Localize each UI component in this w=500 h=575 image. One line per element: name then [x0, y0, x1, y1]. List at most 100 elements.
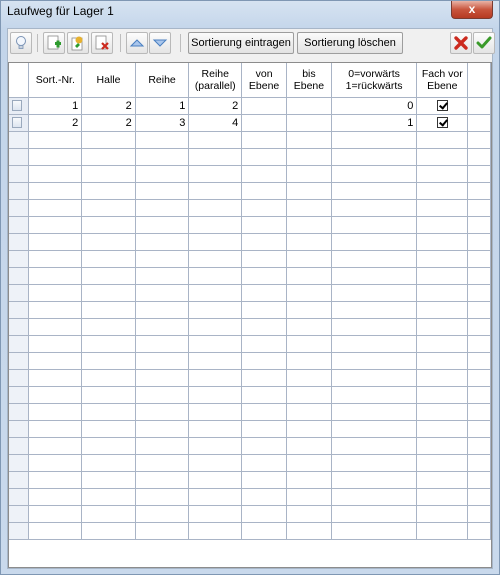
empty-cell[interactable] — [416, 301, 469, 319]
empty-cell[interactable] — [416, 335, 469, 353]
empty-cell[interactable] — [28, 148, 83, 166]
column-header[interactable]: Sort.-Nr. — [28, 63, 83, 98]
empty-cell[interactable] — [81, 352, 136, 370]
empty-cell[interactable] — [467, 318, 491, 336]
empty-cell[interactable] — [331, 182, 418, 200]
empty-cell[interactable] — [286, 148, 332, 166]
empty-cell[interactable] — [241, 505, 288, 523]
empty-cell[interactable] — [188, 403, 243, 421]
empty-cell[interactable] — [331, 454, 418, 472]
empty-cell[interactable] — [135, 369, 190, 387]
column-header[interactable]: Halle — [81, 63, 136, 98]
empty-cell[interactable] — [286, 250, 332, 268]
empty-cell[interactable] — [28, 301, 83, 319]
empty-cell[interactable] — [188, 199, 243, 217]
empty-cell[interactable] — [135, 148, 190, 166]
empty-cell[interactable] — [135, 403, 190, 421]
empty-cell[interactable] — [188, 471, 243, 489]
empty-cell[interactable] — [286, 437, 332, 455]
empty-cell[interactable] — [467, 386, 491, 404]
empty-cell[interactable] — [135, 284, 190, 302]
empty-cell[interactable] — [286, 233, 332, 251]
empty-cell[interactable] — [135, 318, 190, 336]
empty-cell[interactable] — [28, 369, 83, 387]
empty-cell[interactable] — [28, 233, 83, 251]
row-selector[interactable] — [9, 420, 30, 438]
empty-cell[interactable] — [135, 420, 190, 438]
empty-cell[interactable] — [81, 369, 136, 387]
empty-cell[interactable] — [81, 182, 136, 200]
empty-cell[interactable] — [331, 488, 418, 506]
empty-cell[interactable] — [331, 386, 418, 404]
empty-cell[interactable] — [28, 318, 83, 336]
empty-cell[interactable] — [286, 488, 332, 506]
empty-row[interactable] — [9, 182, 491, 200]
empty-cell[interactable] — [135, 335, 190, 353]
empty-cell[interactable] — [331, 318, 418, 336]
empty-cell[interactable] — [467, 267, 491, 285]
empty-cell[interactable] — [241, 403, 288, 421]
empty-cell[interactable] — [416, 505, 469, 523]
empty-cell[interactable] — [467, 420, 491, 438]
empty-cell[interactable] — [188, 301, 243, 319]
empty-row[interactable] — [9, 522, 491, 540]
empty-cell[interactable] — [241, 471, 288, 489]
empty-cell[interactable] — [81, 284, 136, 302]
empty-row[interactable] — [9, 386, 491, 404]
empty-cell[interactable] — [188, 420, 243, 438]
empty-cell[interactable] — [331, 335, 418, 353]
empty-cell[interactable] — [188, 284, 243, 302]
empty-cell[interactable] — [28, 216, 83, 234]
row-selector[interactable] — [9, 301, 30, 319]
cell-sort-nr[interactable]: 2 — [28, 114, 83, 132]
empty-cell[interactable] — [28, 403, 83, 421]
empty-row[interactable] — [9, 335, 491, 353]
cell-richtung[interactable]: 1 — [331, 114, 418, 132]
empty-cell[interactable] — [81, 403, 136, 421]
cell-sort-nr[interactable]: 1 — [28, 97, 83, 115]
empty-cell[interactable] — [467, 131, 491, 149]
row-selector[interactable] — [9, 471, 30, 489]
empty-cell[interactable] — [331, 471, 418, 489]
cell-von-ebene[interactable] — [241, 97, 288, 115]
empty-row[interactable] — [9, 318, 491, 336]
empty-cell[interactable] — [81, 488, 136, 506]
empty-cell[interactable] — [331, 250, 418, 268]
empty-cell[interactable] — [81, 437, 136, 455]
sort-enter-button[interactable]: Sortierung eintragen — [188, 32, 294, 54]
row-selector[interactable] — [9, 335, 30, 353]
move-up-button[interactable] — [126, 32, 148, 54]
empty-cell[interactable] — [286, 522, 332, 540]
empty-cell[interactable] — [135, 165, 190, 183]
empty-cell[interactable] — [416, 216, 469, 234]
row-selector[interactable] — [9, 352, 30, 370]
empty-cell[interactable] — [135, 216, 190, 234]
empty-cell[interactable] — [416, 454, 469, 472]
empty-cell[interactable] — [28, 131, 83, 149]
empty-cell[interactable] — [241, 488, 288, 506]
column-header[interactable]: 0=vorwärts 1=rückwärts — [331, 63, 418, 98]
empty-cell[interactable] — [467, 284, 491, 302]
empty-cell[interactable] — [467, 182, 491, 200]
empty-cell[interactable] — [286, 454, 332, 472]
column-header[interactable]: Reihe (parallel) — [188, 63, 243, 98]
empty-cell[interactable] — [467, 488, 491, 506]
empty-cell[interactable] — [188, 352, 243, 370]
row-selector[interactable] — [9, 233, 30, 251]
empty-row[interactable] — [9, 284, 491, 302]
empty-cell[interactable] — [241, 148, 288, 166]
empty-row[interactable] — [9, 131, 491, 149]
empty-cell[interactable] — [241, 420, 288, 438]
empty-cell[interactable] — [331, 267, 418, 285]
empty-row[interactable] — [9, 403, 491, 421]
empty-cell[interactable] — [241, 250, 288, 268]
empty-cell[interactable] — [28, 182, 83, 200]
empty-cell[interactable] — [188, 437, 243, 455]
empty-cell[interactable] — [416, 250, 469, 268]
row-selector[interactable] — [9, 114, 30, 132]
empty-row[interactable] — [9, 199, 491, 217]
empty-cell[interactable] — [188, 386, 243, 404]
empty-cell[interactable] — [135, 471, 190, 489]
empty-cell[interactable] — [188, 369, 243, 387]
empty-cell[interactable] — [28, 335, 83, 353]
